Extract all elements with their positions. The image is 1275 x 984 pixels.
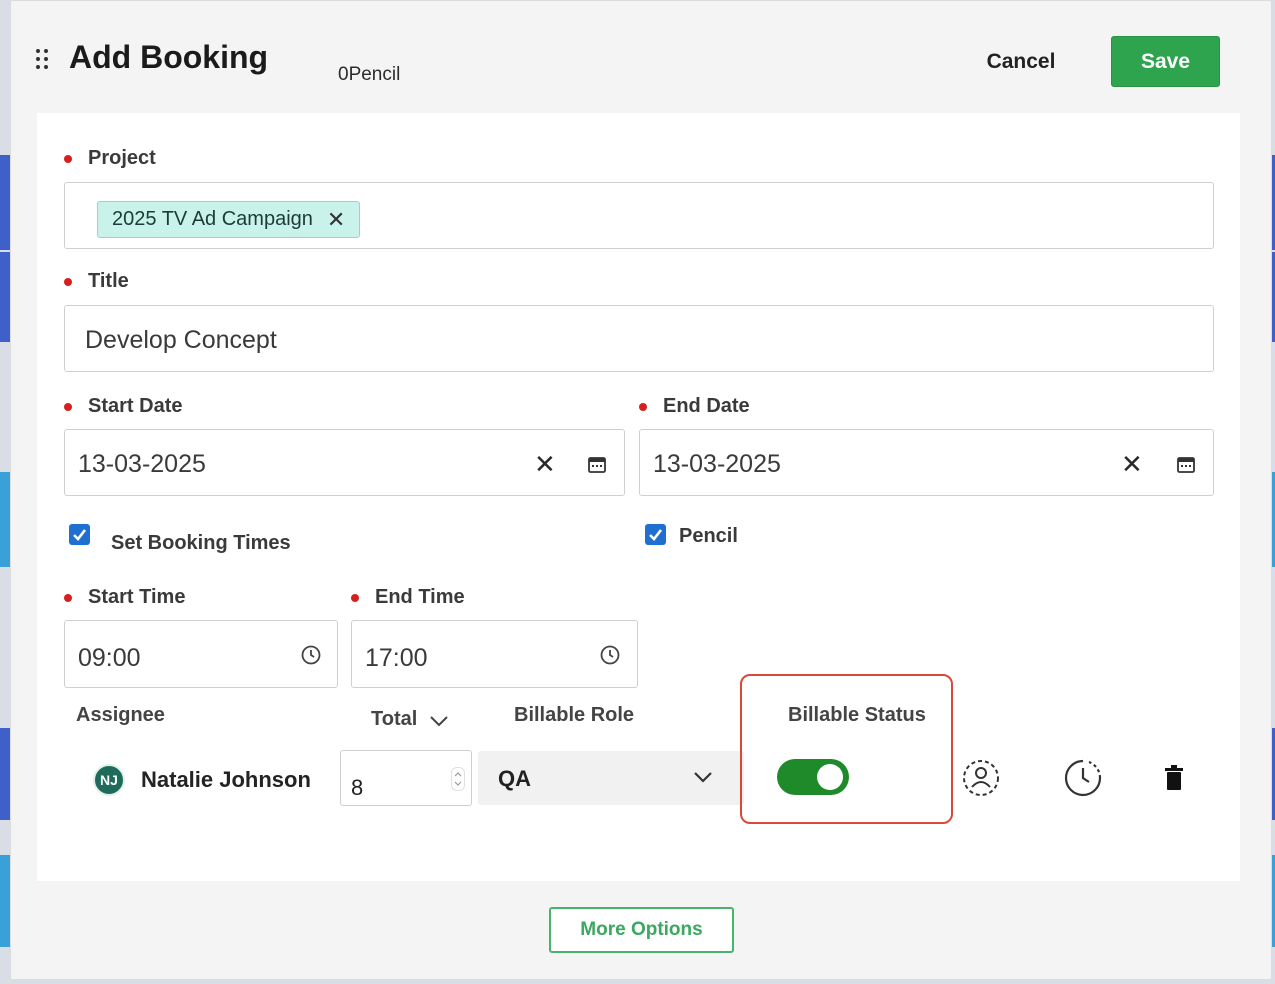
spinner-arrows-icon [454,772,462,786]
modal-subtitle: 0Pencil [338,64,401,85]
pencil-checkbox[interactable] [645,524,666,545]
cancel-button[interactable]: Cancel [971,43,1071,81]
billable-status-highlight [740,674,953,824]
clock-icon[interactable] [599,644,621,666]
title-value: Develop Concept [85,326,277,354]
assign-person-icon[interactable] [961,758,1001,798]
start-time-value: 09:00 [78,644,141,672]
start-time-label: Start Time [63,586,186,608]
checkmark-icon [649,529,663,541]
pencil-label: Pencil [679,525,738,547]
billable-role-select[interactable]: QA [478,751,744,805]
billable-role-value: QA [498,766,531,791]
background-event-bar [0,472,10,567]
background-event-bar [0,155,10,250]
title-label: Title [64,270,129,292]
history-clock-icon[interactable] [1063,758,1103,798]
start-date-value: 13-03-2025 [78,450,206,478]
toggle-knob [817,764,843,790]
trash-icon[interactable] [1164,765,1184,791]
billable-status-toggle[interactable] [777,759,849,795]
total-column-header[interactable]: Total [371,708,417,731]
set-booking-times-label: Set Booking Times [111,532,291,554]
end-date-label: End Date [639,395,750,417]
end-date-input[interactable]: 13-03-2025 ✕ [639,429,1214,496]
save-button[interactable]: Save [1111,36,1220,87]
chevron-down-icon[interactable] [429,714,449,728]
drag-handle-icon[interactable] [36,49,50,71]
end-time-value: 17:00 [365,644,428,672]
calendar-icon[interactable] [1176,454,1196,474]
avatar: NJ [93,764,125,796]
clock-icon[interactable] [300,644,322,666]
modal-title: Add Booking [69,39,269,75]
total-hours-value: 8 [351,775,364,800]
set-booking-times-checkbox[interactable] [69,524,90,545]
background-event-bar [0,855,10,947]
calendar-icon[interactable] [587,454,607,474]
project-chip: 2025 TV Ad Campaign ✕ [97,201,361,238]
add-booking-modal: Add Booking 0Pencil Cancel Save Project … [10,0,1272,980]
chevron-down-icon [694,772,712,783]
assignee-column-header: Assignee [76,704,165,726]
background-event-bar [0,252,10,342]
more-options-button[interactable]: More Options [549,907,734,953]
billable-role-column-header: Billable Role [514,704,635,726]
start-date-input[interactable]: 13-03-2025 ✕ [64,429,625,496]
title-input[interactable]: Develop Concept [64,305,1214,372]
project-chip-label: 2025 TV Ad Campaign [112,208,313,230]
background-event-bar [0,728,10,820]
clear-end-date-icon[interactable]: ✕ [1121,451,1143,477]
total-hours-input[interactable]: 8 [340,750,472,806]
end-date-value: 13-03-2025 [653,450,781,478]
project-field[interactable]: 2025 TV Ad Campaign ✕ [64,182,1214,249]
assignee-name: Natalie Johnson [141,767,311,792]
checkmark-icon [73,529,87,541]
booking-form: Project 2025 TV Ad Campaign ✕ Title Deve… [37,113,1240,881]
remove-chip-icon[interactable]: ✕ [327,208,345,231]
end-time-input[interactable]: 17:00 [351,620,638,688]
number-spinner[interactable] [451,767,465,791]
start-time-input[interactable]: 09:00 [64,620,338,688]
end-time-label: End Time [351,586,465,608]
start-date-label: Start Date [63,395,183,417]
project-label: Project [64,147,156,169]
clear-start-date-icon[interactable]: ✕ [534,451,556,477]
